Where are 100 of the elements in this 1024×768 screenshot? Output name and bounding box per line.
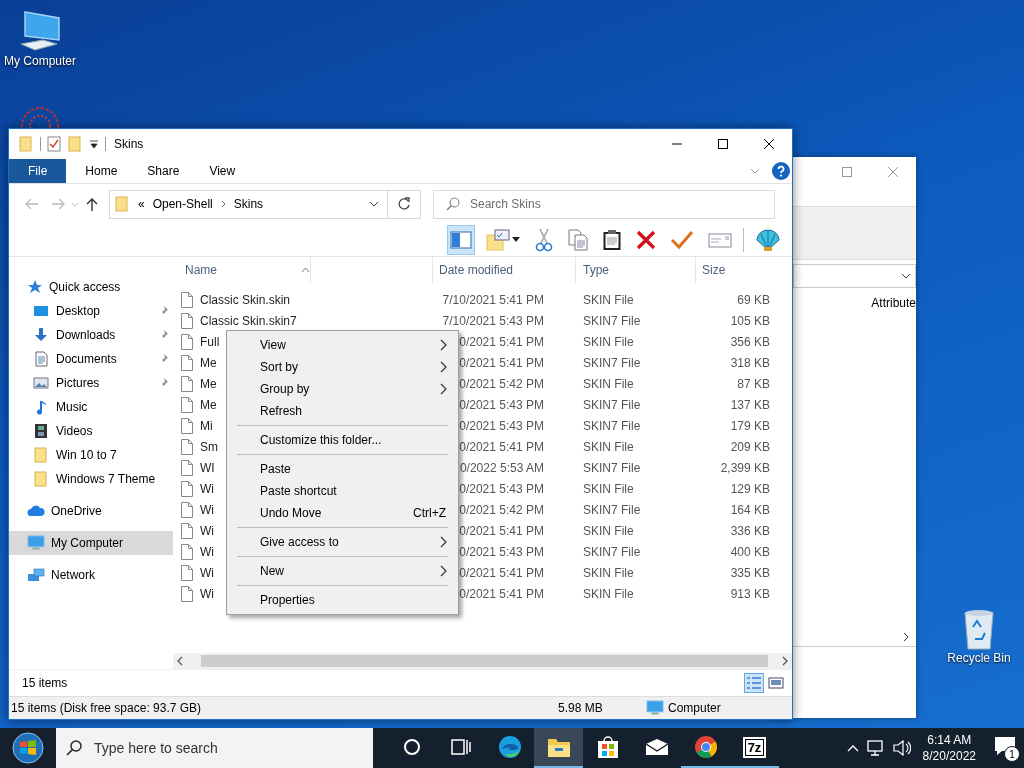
column-header[interactable]: Attribute [871, 296, 916, 310]
clock[interactable]: 6:14 AM 8/20/2022 [922, 732, 976, 764]
chevron-down-icon[interactable] [369, 201, 379, 207]
speaker-icon[interactable] [892, 740, 911, 756]
column-header[interactable]: Type [576, 257, 696, 283]
checklist-icon[interactable] [47, 136, 61, 152]
desktop-icon-label[interactable]: Recycle Bin [947, 651, 1011, 665]
file-name[interactable]: Wi [200, 502, 214, 517]
date-modified: 0/2021 5:43 PM [459, 544, 544, 559]
menu-item[interactable]: Give access to [227, 531, 458, 553]
menu-item[interactable]: Group by [227, 378, 458, 400]
shopping-bag-icon[interactable] [596, 735, 619, 759]
file-name[interactable]: Wi [200, 523, 214, 538]
file-size: 105 KB [729, 313, 771, 328]
menu-item[interactable]: Sort by [227, 356, 458, 378]
menu-item[interactable]: New [227, 560, 458, 582]
file-size: 335 KB [729, 565, 771, 580]
ribbon-tab[interactable]: View [194, 159, 251, 183]
nav-item[interactable]: Quick access [9, 275, 173, 299]
overflow-chevron[interactable]: « [138, 197, 145, 211]
nav-item[interactable]: Downloads [9, 323, 173, 347]
nav-item[interactable]: OneDrive [9, 499, 173, 523]
taskbar-app[interactable] [534, 728, 583, 768]
file-size: 913 KB [729, 586, 771, 601]
desktop-icon-label[interactable]: My Computer [4, 54, 76, 68]
pane-layout-icon[interactable] [450, 231, 472, 249]
date-modified: 0/2021 5:43 PM [459, 418, 544, 433]
scrollbar-thumb[interactable] [201, 655, 768, 667]
nav-item[interactable]: Documents [9, 347, 173, 371]
file-name[interactable]: Wi [200, 565, 214, 580]
date-modified: 7/10/2021 5:41 PM [442, 292, 544, 307]
column-header[interactable]: Size [696, 257, 778, 283]
show-hidden-icons-icon[interactable] [846, 744, 859, 752]
file-name[interactable]: Mi [200, 418, 213, 433]
nav-item[interactable]: Music [9, 395, 173, 419]
taskbar-app[interactable]: 7z [730, 728, 779, 768]
download-arrow-icon [33, 327, 49, 343]
help-icon[interactable] [772, 162, 790, 180]
file-name[interactable]: Wi [200, 586, 214, 601]
file-name[interactable]: Wi [200, 544, 214, 559]
network-icon[interactable] [866, 740, 885, 756]
taskbar-search-field[interactable]: Type here to search [56, 728, 373, 768]
chevron-down-icon[interactable] [901, 273, 911, 279]
notification-button[interactable]: 1 [994, 736, 1018, 760]
file-type: SKIN7 File [582, 313, 642, 328]
file-name[interactable]: Me [200, 397, 217, 412]
ribbon-tab[interactable]: Share [132, 159, 195, 183]
task-view-icon[interactable] [450, 738, 471, 756]
column-header[interactable]: Date modified [433, 257, 576, 283]
menu-item[interactable]: Refresh [227, 400, 458, 422]
nav-item[interactable]: Win 10 to 7 [9, 443, 173, 467]
address-bar[interactable]: « Open-Shell Skins [109, 189, 421, 219]
menu-item[interactable]: Paste [227, 458, 458, 480]
file-name[interactable]: Sm [200, 439, 218, 454]
chrome-icon[interactable] [693, 735, 718, 759]
column-header[interactable]: Name [173, 257, 433, 283]
file-name[interactable]: Wi [200, 481, 214, 496]
dropdown-field[interactable] [793, 264, 916, 288]
file-type: SKIN7 File [582, 460, 642, 475]
menu-item[interactable]: View [227, 334, 458, 356]
file-tab[interactable]: File [9, 159, 67, 183]
file-name[interactable]: Classic Skin.skin7 [200, 313, 297, 328]
nav-item[interactable]: Network [9, 563, 173, 587]
nav-item[interactable]: Windows 7 Theme [9, 467, 173, 491]
file-size: 318 KB [729, 355, 771, 370]
file-size: 2,399 KB [719, 460, 771, 475]
circle-icon[interactable] [402, 738, 421, 756]
nav-item[interactable]: My Computer [9, 531, 173, 555]
breadcrumb[interactable]: Skins [233, 197, 264, 211]
caret-icon[interactable] [512, 237, 520, 243]
nav-item[interactable]: Pictures [9, 371, 173, 395]
menu-item[interactable]: Properties [227, 589, 458, 611]
breadcrumb[interactable]: Open-Shell [152, 197, 213, 211]
menu-item[interactable]: Customize this folder... [227, 429, 458, 451]
envelope-icon[interactable] [644, 738, 669, 756]
menu-item[interactable]: Paste shortcut [227, 480, 458, 502]
nav-item[interactable]: Desktop [9, 299, 173, 323]
nav-item[interactable]: Videos [9, 419, 173, 443]
folder-icon[interactable] [546, 736, 571, 758]
breadcrumb-separator-icon[interactable] [220, 200, 226, 208]
file-name[interactable]: Full [200, 334, 220, 349]
dropdown-icon[interactable] [89, 139, 99, 149]
ribbon-tab[interactable]: Home [70, 159, 133, 183]
film-icon [33, 423, 49, 439]
folder-icon [114, 196, 130, 212]
menu-item[interactable]: Undo Move Ctrl+Z [227, 502, 458, 524]
file-size: 137 KB [729, 397, 771, 412]
refresh-icon[interactable] [397, 197, 411, 211]
edge-icon[interactable] [497, 735, 522, 759]
search-icon [446, 197, 460, 211]
scroll-right-icon[interactable] [903, 632, 909, 642]
file-name[interactable]: Classic Skin.skin [200, 292, 291, 307]
search-field[interactable]: Search Skins [433, 189, 775, 219]
delete-icon[interactable] [636, 230, 656, 250]
file-icon [180, 374, 194, 393]
date-modified: 0/2021 5:42 PM [459, 376, 544, 391]
up-arrow-icon[interactable] [86, 197, 98, 211]
file-name[interactable]: WI [200, 460, 215, 475]
file-name[interactable]: Me [200, 376, 217, 391]
file-name[interactable]: Me [200, 355, 217, 370]
